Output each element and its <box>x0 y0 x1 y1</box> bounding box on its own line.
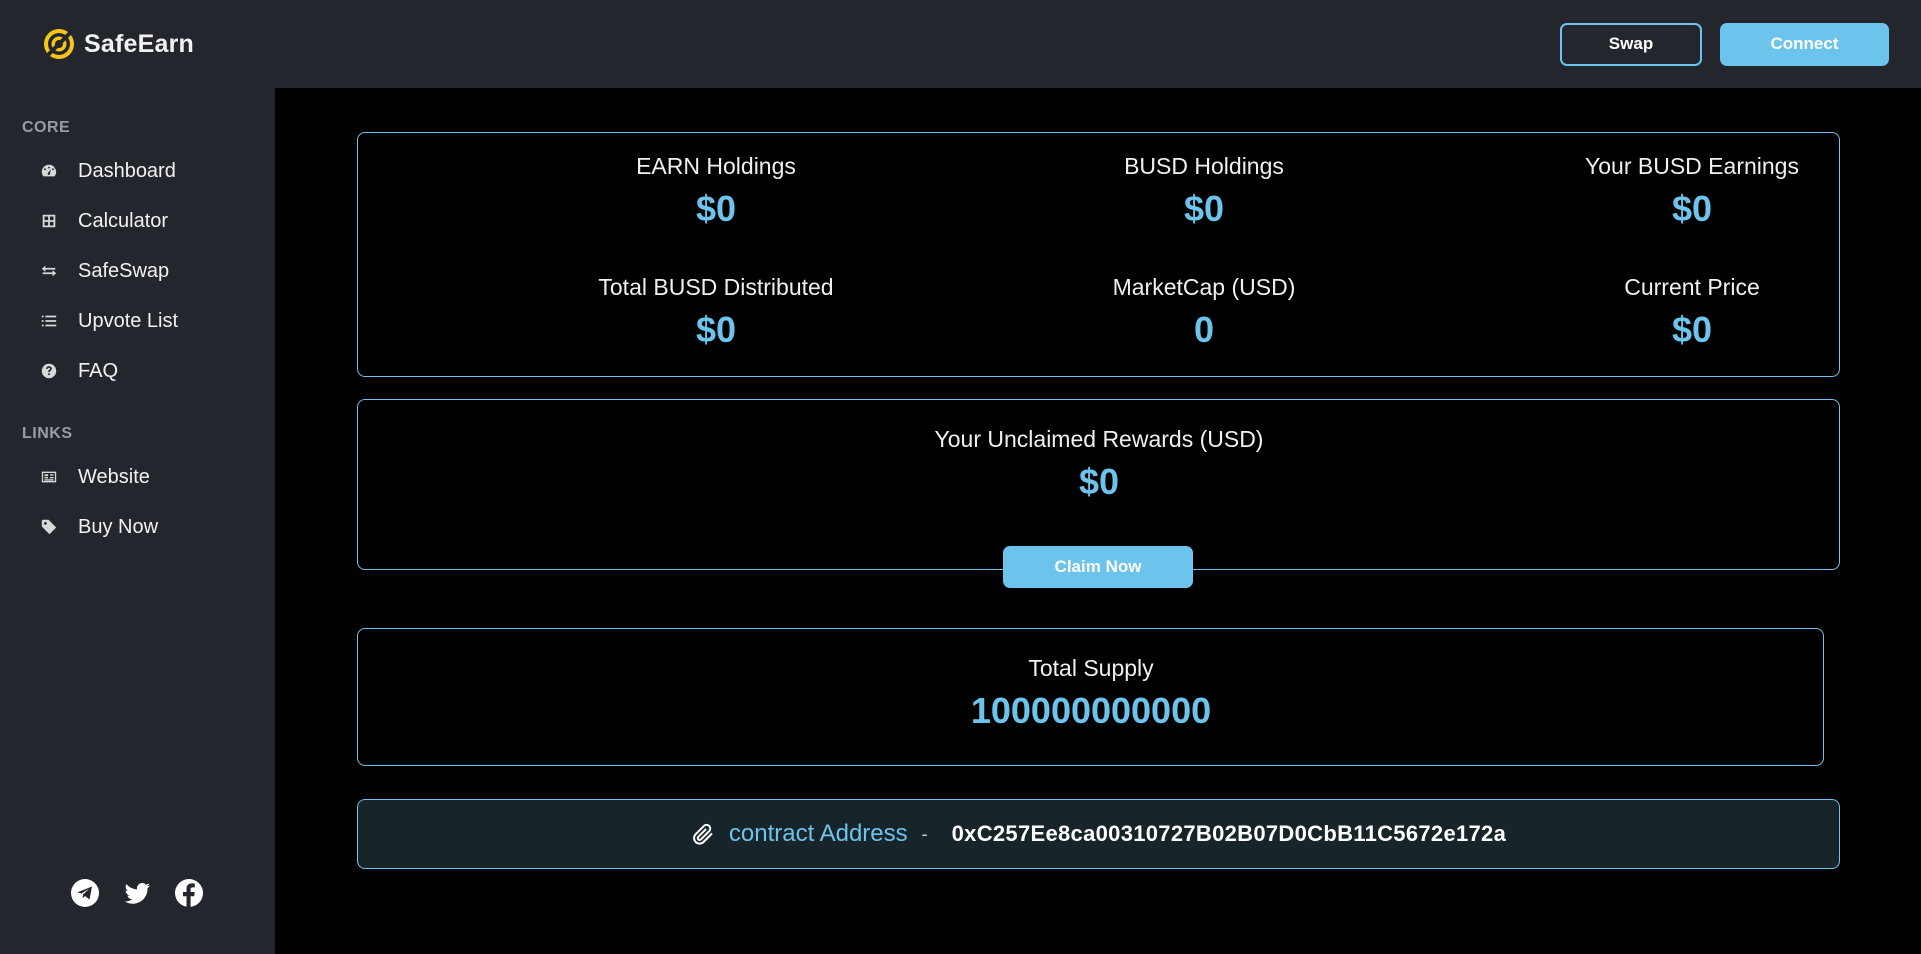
swap-button[interactable]: Swap <box>1560 22 1702 66</box>
sidebar: CORE Dashboard Calculator SafeSwap Upvot… <box>0 88 275 954</box>
paperclip-icon <box>692 823 713 845</box>
brand[interactable]: SafeEarn <box>42 27 194 61</box>
facebook-icon[interactable] <box>174 878 204 908</box>
stat-label: Current Price <box>1624 274 1760 300</box>
stat-value: $0 <box>1078 461 1120 502</box>
connect-button[interactable]: Connect <box>1720 22 1889 66</box>
list-icon <box>41 315 57 327</box>
brand-name: SafeEarn <box>84 29 194 58</box>
calculator-icon <box>42 214 56 228</box>
sidebar-item-faq[interactable]: FAQ <box>0 349 275 393</box>
rewards-card: Your Unclaimed Rewards (USD) $0 <box>357 399 1840 570</box>
sidebar-item-label: Calculator <box>78 209 169 232</box>
sidebar-item-label: Upvote List <box>78 309 179 332</box>
social-links <box>70 878 204 908</box>
stat-marketcap: MarketCap (USD) 0 <box>960 274 1448 351</box>
total-supply: Total Supply 100000000000 <box>847 655 1335 732</box>
contract-address-label: contract Address <box>728 820 908 847</box>
sidebar-item-upvote-list[interactable]: Upvote List <box>0 299 275 343</box>
stat-value: $0 <box>1671 188 1713 229</box>
stat-label: Your BUSD Earnings <box>1585 153 1799 179</box>
stats-card: EARN Holdings $0 BUSD Holdings $0 Your B… <box>357 132 1840 377</box>
sidebar-item-label: Buy Now <box>78 515 159 538</box>
sidebar-item-label: SafeSwap <box>78 259 170 282</box>
stat-value: $0 <box>695 188 737 229</box>
stat-busd-earnings: Your BUSD Earnings $0 <box>1448 153 1921 230</box>
telegram-icon[interactable] <box>70 878 100 908</box>
stat-busd-holdings: BUSD Holdings $0 <box>960 153 1448 230</box>
sidebar-item-calculator[interactable]: Calculator <box>0 199 275 243</box>
sidebar-section-links: LINKS <box>22 425 73 442</box>
stat-value: $0 <box>1671 309 1713 350</box>
sidebar-item-label: Website <box>78 465 150 488</box>
stat-current-price: Current Price $0 <box>1448 274 1921 351</box>
stat-label: Total BUSD Distributed <box>598 274 834 300</box>
sidebar-item-dashboard[interactable]: Dashboard <box>0 149 275 193</box>
sidebar-section-core: CORE <box>22 119 71 136</box>
stat-label: Your Unclaimed Rewards (USD) <box>934 426 1264 452</box>
stat-label: Total Supply <box>1028 655 1154 681</box>
stat-value: 100000000000 <box>970 690 1212 731</box>
contract-separator: - <box>921 823 928 844</box>
tag-icon <box>41 519 57 535</box>
total-supply-card: Total Supply 100000000000 <box>357 628 1824 766</box>
sidebar-item-safeswap[interactable]: SafeSwap <box>0 249 275 293</box>
sidebar-item-label: FAQ <box>78 359 119 382</box>
header-actions: Swap Connect <box>1560 22 1889 66</box>
stat-value: $0 <box>1183 188 1225 229</box>
question-icon <box>41 363 57 379</box>
stat-label: MarketCap (USD) <box>1112 274 1296 300</box>
stat-value: $0 <box>695 309 737 350</box>
website-icon <box>41 471 57 483</box>
stat-label: BUSD Holdings <box>1124 153 1284 179</box>
stat-label: EARN Holdings <box>636 153 796 179</box>
safeearn-logo-icon <box>44 29 74 59</box>
unclaimed-rewards: Your Unclaimed Rewards (USD) $0 <box>855 426 1343 503</box>
swap-icon <box>41 265 57 277</box>
sidebar-item-website[interactable]: Website <box>0 455 275 499</box>
top-header: SafeEarn Swap Connect <box>0 0 1921 88</box>
contract-address-value[interactable]: 0xC257Ee8ca00310727B02B07D0CbB11C5672e17… <box>952 821 1506 847</box>
sidebar-item-buy-now[interactable]: Buy Now <box>0 505 275 549</box>
dashboard-icon <box>41 164 57 177</box>
sidebar-item-label: Dashboard <box>78 159 176 182</box>
twitter-icon[interactable] <box>122 878 152 908</box>
stat-value: 0 <box>1193 309 1215 350</box>
stat-earn-holdings: EARN Holdings $0 <box>472 153 960 230</box>
claim-now-button[interactable]: Claim Now <box>1003 546 1193 588</box>
contract-address-bar: contract Address - 0xC257Ee8ca00310727B0… <box>357 799 1840 869</box>
stat-total-busd-distributed: Total BUSD Distributed $0 <box>472 274 960 351</box>
